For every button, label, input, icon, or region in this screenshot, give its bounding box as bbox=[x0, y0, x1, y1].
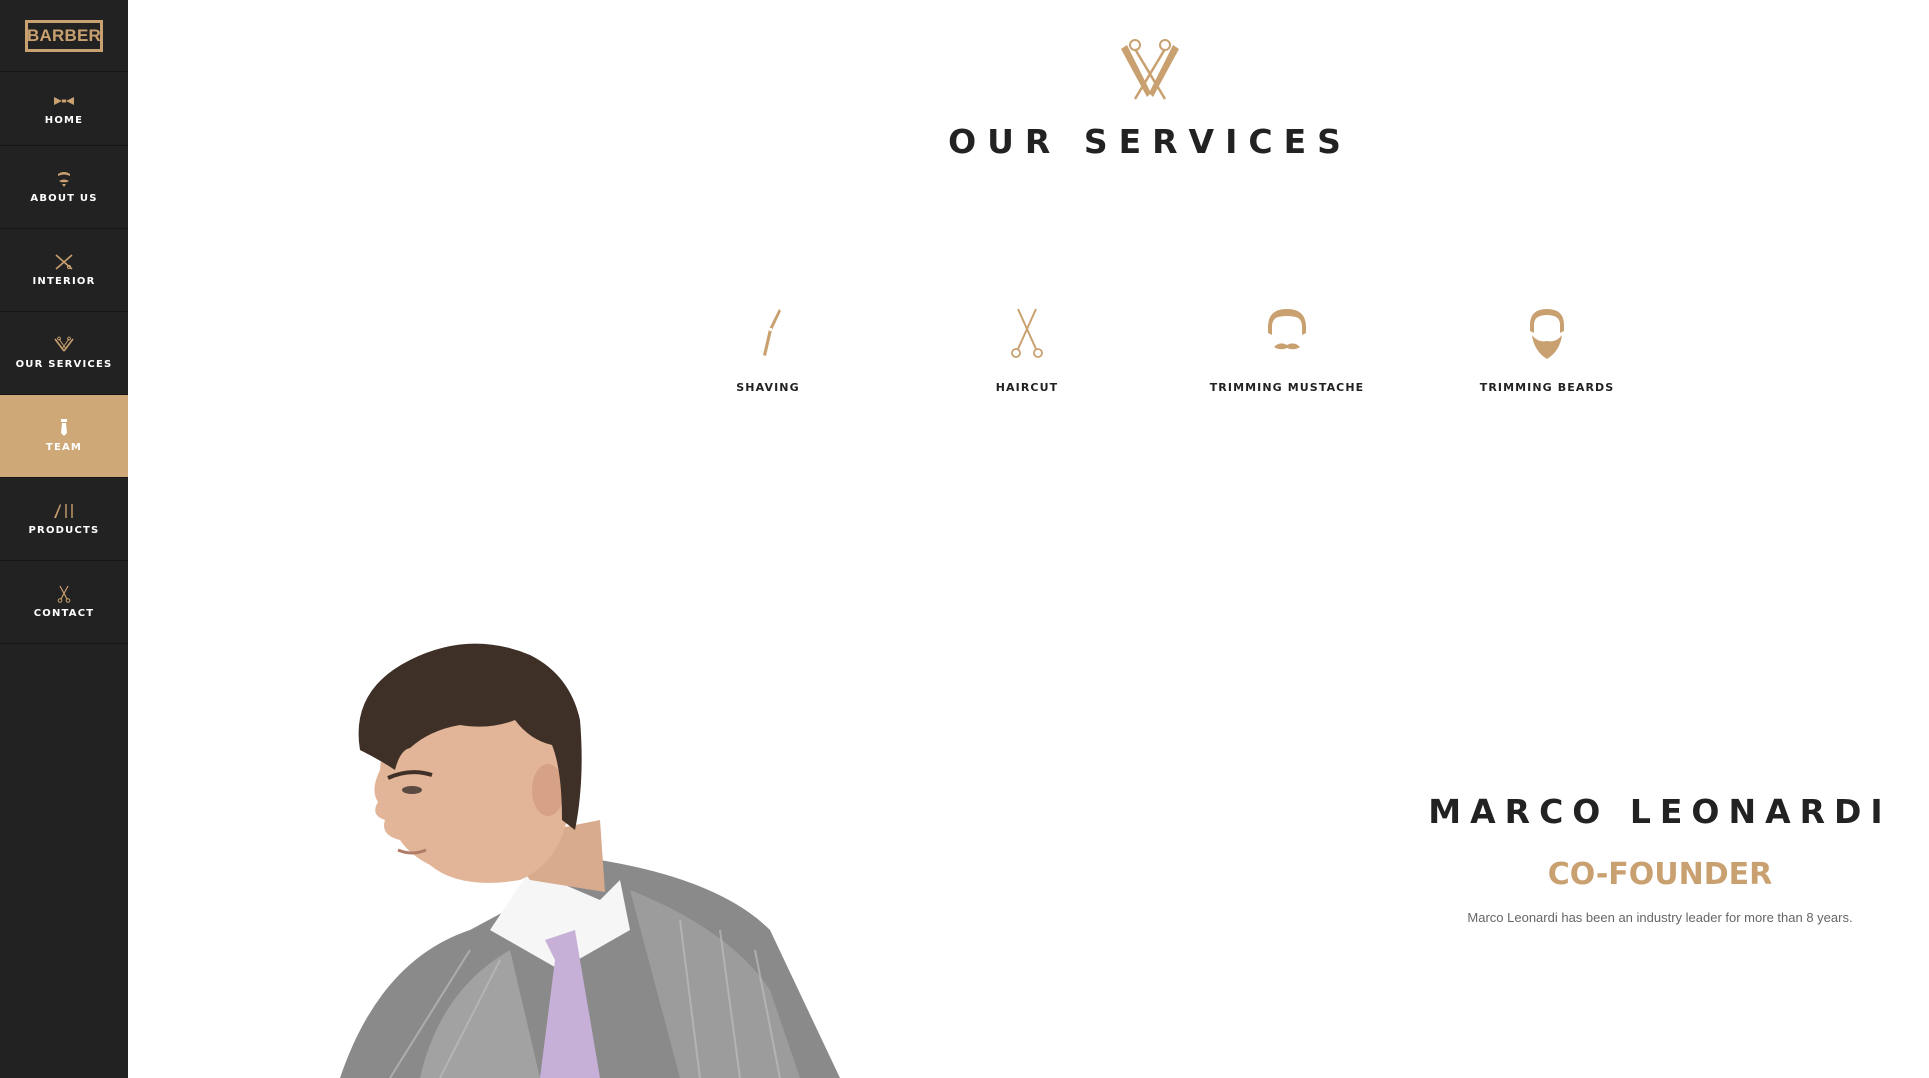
service-label: TRIMMING MUSTACHE bbox=[1209, 381, 1365, 394]
mustache-icon bbox=[58, 172, 70, 187]
sidebar-item-team[interactable]: TEAM bbox=[0, 395, 128, 478]
sidebar-item-interior[interactable]: INTERIOR bbox=[0, 229, 128, 312]
brand-logo[interactable]: BARBER bbox=[25, 19, 103, 52]
sidebar-item-label: OUR SERVICES bbox=[15, 359, 113, 370]
service-label: HAIRCUT bbox=[995, 381, 1059, 394]
team-member-bio: Marco Leonardi has been an industry lead… bbox=[1467, 910, 1853, 925]
team-member-portrait bbox=[340, 643, 840, 1078]
scissors-icon bbox=[1011, 308, 1043, 358]
razor-icon bbox=[763, 309, 781, 356]
sidebar-item-products[interactable]: PRODUCTS bbox=[0, 478, 128, 561]
sidebar-item-label: CONTACT bbox=[33, 608, 95, 619]
scissors-razor-emblem-icon bbox=[1121, 39, 1179, 100]
sidebar-item-label: ABOUT US bbox=[30, 193, 98, 204]
sidebar-item-contact[interactable]: CONTACT bbox=[0, 561, 128, 644]
beard-face-icon bbox=[1530, 309, 1564, 359]
razor-comb-icon bbox=[54, 504, 73, 518]
service-haircut[interactable]: HAIRCUT bbox=[907, 305, 1147, 394]
team-member-role: CO-FOUNDER bbox=[1547, 857, 1773, 892]
sidebar-nav: BARBER HOME ABOUT US INTERIOR OUR SERVIC… bbox=[0, 0, 128, 1078]
sidebar-item-about-us[interactable]: ABOUT US bbox=[0, 146, 128, 229]
service-trimming-mustache[interactable]: TRIMMING MUSTACHE bbox=[1167, 305, 1407, 394]
team-member-name: MARCO LEONARDI bbox=[1428, 792, 1892, 831]
service-trimming-beards[interactable]: TRIMMING BEARDS bbox=[1427, 305, 1667, 394]
bowtie-icon bbox=[54, 96, 74, 105]
scissors-icon bbox=[57, 585, 71, 603]
crossed-tools-icon bbox=[55, 254, 73, 270]
mustache-face-icon bbox=[1268, 309, 1306, 350]
sidebar-item-our-services[interactable]: OUR SERVICES bbox=[0, 312, 128, 395]
sidebar-item-label: HOME bbox=[44, 114, 84, 126]
sidebar-item-label: PRODUCTS bbox=[28, 525, 100, 536]
sidebar-item-label: TEAM bbox=[45, 442, 83, 453]
logo-container: BARBER bbox=[0, 0, 128, 72]
services-title: OUR SERVICES bbox=[948, 122, 1352, 161]
service-label: SHAVING bbox=[736, 381, 800, 394]
tie-icon bbox=[61, 419, 67, 436]
sidebar-item-label: INTERIOR bbox=[32, 276, 96, 287]
service-label: TRIMMING BEARDS bbox=[1479, 381, 1615, 394]
scissors-razor-emblem-icon bbox=[54, 336, 74, 352]
service-shaving[interactable]: SHAVING bbox=[648, 305, 888, 394]
sidebar-item-home[interactable]: HOME bbox=[0, 72, 128, 146]
